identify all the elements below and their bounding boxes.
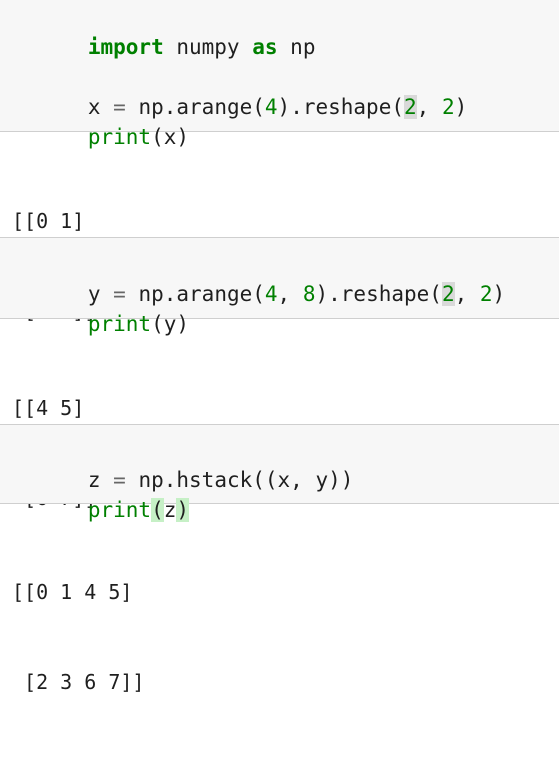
output-line: [[0 1 4 5] (12, 580, 133, 604)
code-text: , (277, 282, 303, 306)
code-line: import numpy as np (12, 2, 316, 59)
code-line: z = np.hstack((x, y)) (12, 435, 354, 492)
number: 2 (441, 95, 455, 119)
cell-output-3: [[0 1 4 5] [2 3 6 7]] (12, 517, 144, 757)
keyword: as (252, 35, 278, 59)
code-text: , (454, 282, 480, 306)
code-line: print(y) (12, 279, 189, 336)
code-text: ).reshape( (315, 282, 442, 306)
code-text: ) (492, 282, 506, 306)
code-text: ).reshape( (277, 95, 404, 119)
alias: np (277, 35, 316, 59)
output-line: [[0 1] (12, 209, 85, 233)
number: 8 (302, 282, 316, 306)
code-cell-2[interactable]: y = np.arange(4, 8).reshape(2, 2) print(… (0, 237, 559, 336)
code-text: z (163, 498, 177, 522)
number: 4 (264, 95, 278, 119)
output-line: [2 3 6 7]] (12, 670, 145, 694)
code-cell-3[interactable]: z = np.hstack((x, y)) print(z) (0, 424, 559, 522)
cursor-number: 2 (441, 282, 455, 306)
code-line: x = np.arange(4).reshape(2, 2) (12, 62, 467, 119)
matched-paren: ( (151, 498, 164, 522)
code-line: print(z) (12, 465, 190, 522)
code-line: y = np.arange(4, 8).reshape(2, 2) (12, 249, 505, 306)
matched-paren: ) (176, 498, 190, 522)
code-line: print(x) (12, 92, 189, 149)
code-text: (y) (151, 312, 190, 336)
code-text: (x) (151, 125, 190, 149)
builtin-function: print (87, 125, 152, 149)
code-text: , (416, 95, 442, 119)
code-cell-1[interactable]: import numpy as np x = np.arange(4).resh… (0, 0, 559, 149)
output-line: [[4 5] (12, 396, 85, 420)
keyword: import (87, 35, 164, 59)
module-name: numpy (163, 35, 253, 59)
notebook: import numpy as np x = np.arange(4).resh… (0, 0, 559, 694)
builtin-function: print (87, 312, 152, 336)
cursor-number: 2 (403, 95, 417, 119)
number: 2 (479, 282, 493, 306)
number: 4 (264, 282, 278, 306)
code-text: ) (454, 95, 468, 119)
